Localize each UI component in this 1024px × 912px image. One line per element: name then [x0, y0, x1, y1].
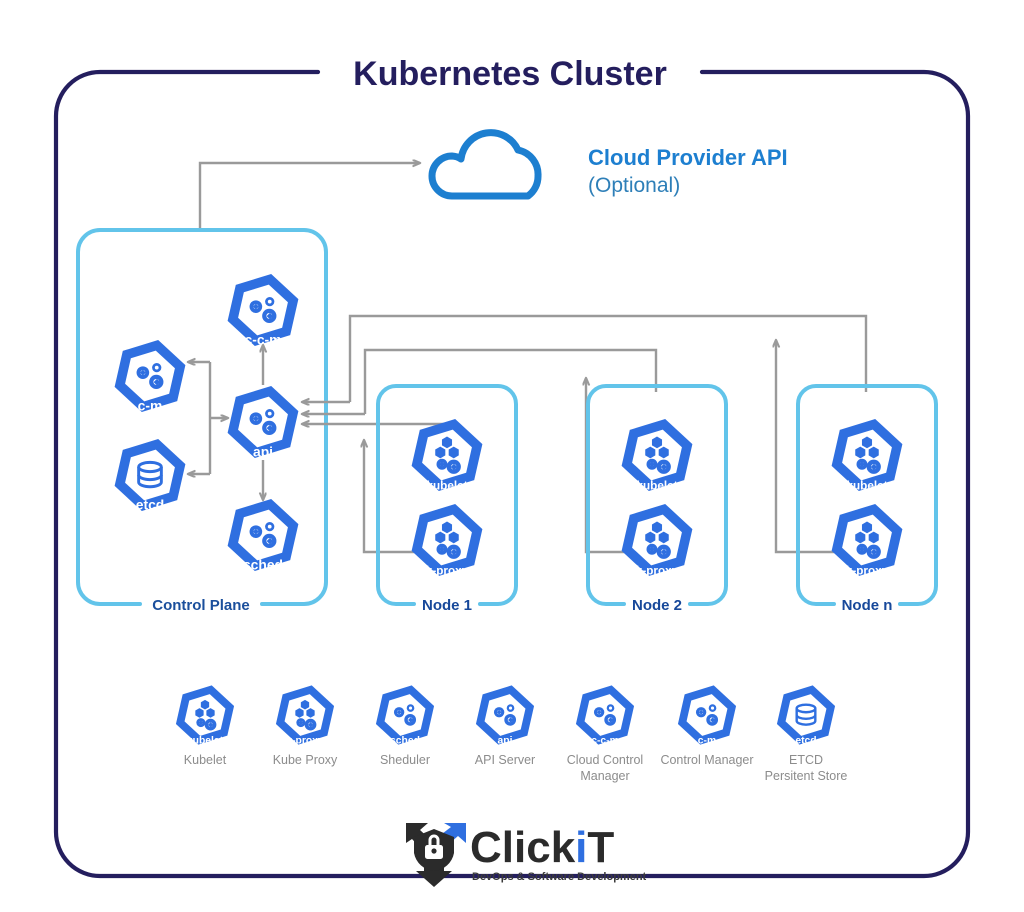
component-caption: k-proxy — [846, 564, 889, 577]
component-api[interactable]: api — [224, 379, 303, 465]
legend-label: API Server — [475, 753, 535, 767]
legend-label: Kube Proxy — [273, 753, 338, 767]
logo-tagline: DevOps & Software Development — [472, 871, 647, 883]
node-box-n: Node n — [796, 384, 938, 614]
legend-label: Cloud Control — [567, 753, 643, 767]
component-caption: kubelet — [426, 479, 467, 492]
legend-item-kubelet: kubelet Kubelet — [175, 685, 235, 767]
noden-component-kproxy[interactable]: k-proxy — [828, 497, 907, 583]
legend-caption: c-m — [698, 735, 716, 746]
node-box-1: Node 1 — [376, 384, 518, 614]
component-caption: etcd — [136, 496, 165, 512]
component-etcd[interactable]: etcd — [111, 432, 190, 518]
cloud-provider-api-group: Cloud Provider API (Optional) — [428, 129, 788, 200]
cloud-icon — [428, 129, 542, 200]
legend-caption: k-proxy — [286, 735, 324, 746]
legend-item-etcd: etcd ETCD Persitent Store — [765, 685, 848, 783]
legend-caption: etcd — [795, 735, 816, 746]
cloud-subtitle: (Optional) — [588, 174, 680, 197]
component-caption: kubelet — [636, 479, 677, 492]
clickit-logo: ClickiT DevOps & Software Development — [406, 823, 647, 887]
legend-label-second-line: Persitent Store — [765, 769, 848, 783]
legend-item-kube-proxy: k-proxy Kube Proxy — [273, 685, 338, 767]
component-cm[interactable]: c-m — [111, 333, 190, 419]
component-caption: sched — [243, 556, 283, 572]
legend-caption: api — [498, 735, 513, 746]
node2-component-kubelet[interactable]: kubelet — [618, 412, 697, 498]
logo-name-part3: T — [587, 823, 614, 872]
node-label-2: Node 2 — [632, 597, 682, 614]
logo-name-part1: Click — [470, 823, 576, 872]
legend-caption: c-c-m — [591, 735, 619, 746]
control-plane-label: Control Plane — [152, 597, 250, 614]
node1-component-kproxy[interactable]: k-proxy — [408, 497, 487, 583]
legend-caption: sched — [390, 735, 420, 746]
diagram-canvas: Kubernetes Cluster Cloud Provider API (O… — [0, 0, 1024, 912]
component-sched[interactable]: sched — [224, 492, 303, 578]
component-caption: k-proxy — [426, 564, 469, 577]
component-ccm[interactable]: c-c-m — [224, 267, 303, 353]
svg-text:ClickiT: ClickiT — [470, 823, 614, 872]
connector-controlplane-to-cloud — [198, 163, 420, 232]
legend-label-second-line: Manager — [580, 769, 629, 783]
legend-label: Control Manager — [660, 753, 753, 767]
node-box-2: Node 2 — [586, 384, 728, 614]
legend-item-control-manager: c-m Control Manager — [660, 685, 754, 767]
cloud-title: Cloud Provider API — [588, 145, 788, 170]
logo-name-part2: i — [575, 823, 587, 872]
component-caption: api — [253, 443, 273, 459]
legend-label: ETCD — [789, 753, 823, 767]
noden-component-kubelet[interactable]: kubelet — [828, 412, 907, 498]
node-label-n: Node n — [842, 597, 893, 614]
legend-item-scheduler: sched Sheduler — [375, 685, 435, 767]
legend-label: Kubelet — [184, 753, 227, 767]
component-caption: c-c-m — [245, 331, 282, 347]
node2-component-kproxy[interactable]: k-proxy — [618, 497, 697, 583]
page-title: Kubernetes Cluster — [353, 55, 667, 93]
component-caption: c-m — [138, 397, 163, 413]
legend-item-cloud-control-manager: c-c-m Cloud Control Manager — [567, 685, 643, 783]
node-label-1: Node 1 — [422, 597, 472, 614]
legend-item-api-server: api API Server — [475, 685, 535, 767]
component-caption: kubelet — [846, 479, 887, 492]
component-caption: k-proxy — [636, 564, 679, 577]
legend-caption: kubelet — [187, 735, 224, 746]
legend-label: Sheduler — [380, 753, 430, 767]
connector-nodes-to-api — [302, 314, 868, 424]
